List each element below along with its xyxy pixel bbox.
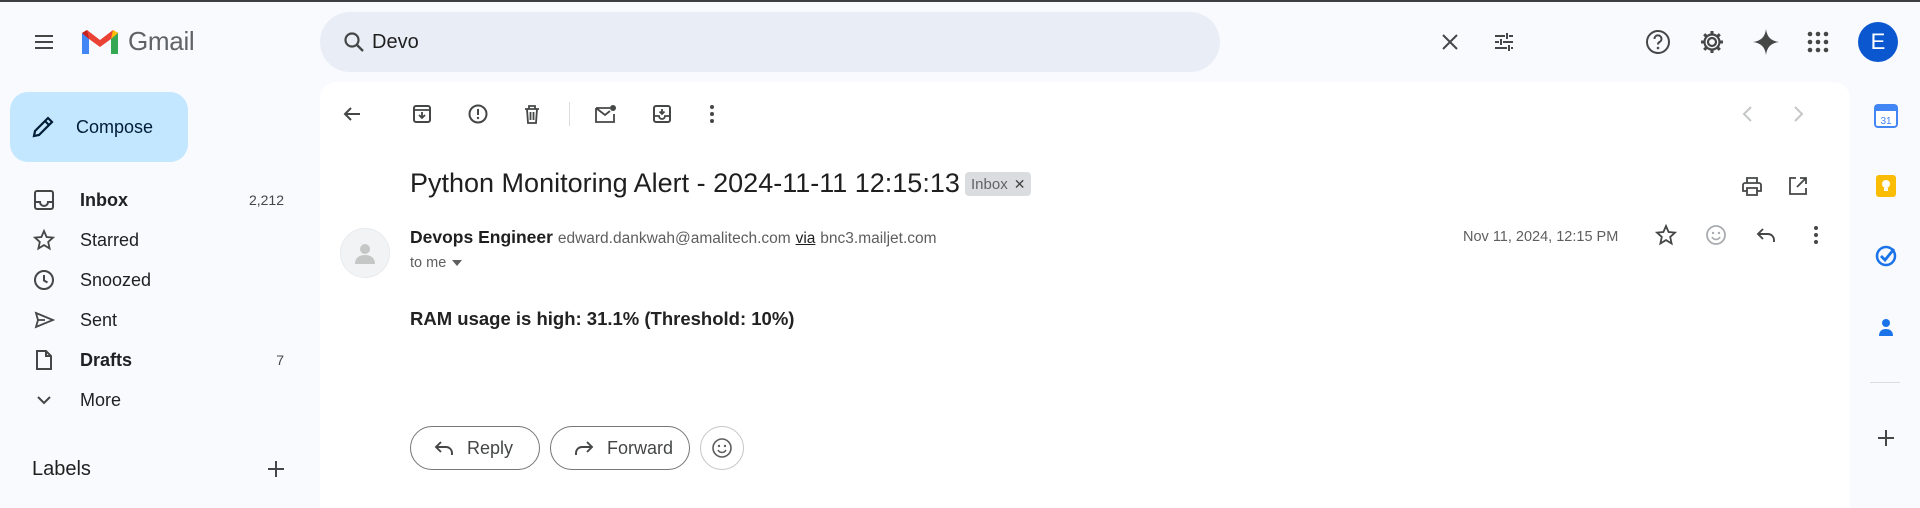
sidebar-item-more[interactable]: More: [0, 380, 300, 420]
gmail-wordmark: Gmail: [128, 26, 195, 56]
sidebar-item-snoozed[interactable]: Snoozed: [0, 260, 300, 300]
print-icon[interactable]: [1732, 166, 1772, 206]
toolbar-divider: [569, 102, 570, 126]
add-reaction-emoji-icon[interactable]: [1696, 215, 1736, 255]
move-to-icon[interactable]: [642, 94, 682, 134]
star-email-icon[interactable]: [1646, 215, 1686, 255]
delete-trash-icon[interactable]: [512, 94, 552, 134]
back-arrow-icon[interactable]: [332, 94, 372, 134]
sidebar-nav: Inbox 2,212 Starred Snoozed Sent Drafts …: [0, 180, 300, 420]
message-more-vert-icon[interactable]: [1796, 215, 1836, 255]
open-in-new-window-icon[interactable]: [1778, 166, 1818, 206]
recipient-details[interactable]: to me: [410, 255, 463, 271]
sidebar-item-label: Sent: [80, 309, 118, 330]
account-avatar[interactable]: E: [1858, 22, 1898, 62]
email-view-panel: Python Monitoring Alert - 2024-11-11 12:…: [320, 82, 1850, 508]
forward-icon: [575, 441, 594, 455]
main-menu-button[interactable]: [24, 22, 64, 62]
emoji-reaction-button[interactable]: [700, 426, 744, 470]
newer-chevron-left-icon[interactable]: [1728, 94, 1768, 134]
sidebar-item-label: Inbox: [80, 189, 128, 210]
send-icon: [32, 308, 56, 332]
via-domain: bnc3.mailjet.com: [820, 230, 937, 247]
gmail-logo[interactable]: Gmail: [80, 26, 195, 57]
report-spam-icon[interactable]: [458, 94, 498, 134]
sender-name[interactable]: Devops Engineer: [410, 227, 553, 247]
search-icon[interactable]: [334, 22, 374, 62]
labels-heading: Labels: [32, 458, 91, 480]
sidebar-item-inbox[interactable]: Inbox 2,212: [0, 180, 300, 220]
search-input[interactable]: [372, 26, 1092, 58]
tasks-icon[interactable]: [1872, 242, 1900, 270]
caret-down-icon: [452, 260, 463, 266]
search-options-icon[interactable]: [1484, 22, 1524, 62]
compose-button[interactable]: Compose: [10, 92, 188, 162]
clock-icon: [32, 268, 56, 292]
keep-notes-icon[interactable]: [1872, 172, 1900, 200]
apps-grid-icon[interactable]: [1798, 22, 1838, 62]
calendar-icon[interactable]: 31: [1872, 102, 1900, 130]
reply-button-label: Reply: [467, 437, 514, 458]
chevron-down-icon: [32, 388, 56, 412]
sidebar-item-label: Snoozed: [80, 269, 152, 290]
via-link[interactable]: via: [796, 230, 816, 247]
contacts-icon[interactable]: [1872, 314, 1900, 342]
email-body: RAM usage is high: 31.1% (Threshold: 10%…: [410, 308, 795, 329]
sender-email: edward.dankwah@amalitech.com: [557, 230, 791, 247]
recipient-text: to me: [410, 255, 447, 271]
hamburger-icon: [35, 35, 53, 49]
inbox-label-badge: Inbox ✕: [965, 172, 1032, 196]
window-top-border: [0, 0, 1920, 2]
sidebar-item-label: Drafts: [80, 349, 133, 370]
smiley-icon: [712, 438, 732, 458]
gmail-m-icon: [82, 29, 118, 54]
archive-icon[interactable]: [402, 94, 442, 134]
clear-search-icon[interactable]: [1430, 22, 1470, 62]
gemini-sparkle-icon[interactable]: [1746, 22, 1786, 62]
label-badge-text: Inbox: [971, 175, 1008, 193]
star-icon: [32, 228, 56, 252]
draft-icon: [32, 348, 56, 372]
forward-button-label: Forward: [607, 437, 674, 458]
pencil-icon: [32, 116, 54, 138]
older-chevron-right-icon[interactable]: [1778, 94, 1818, 134]
reply-arrow-icon[interactable]: [1746, 215, 1786, 255]
compose-label: Compose: [76, 116, 154, 137]
sender-avatar[interactable]: [340, 228, 390, 278]
sidebar-item-count: 7: [276, 352, 284, 368]
more-vert-icon[interactable]: [692, 94, 732, 134]
help-icon[interactable]: [1638, 22, 1678, 62]
sidebar-item-sent[interactable]: Sent: [0, 300, 300, 340]
person-icon: [355, 244, 375, 264]
rail-divider: [1870, 382, 1900, 383]
mark-unread-icon[interactable]: [586, 94, 626, 134]
sidebar-item-starred[interactable]: Starred: [0, 220, 300, 260]
sidebar-item-count: 2,212: [248, 192, 284, 208]
search-bar[interactable]: [320, 12, 1513, 72]
remove-label-icon[interactable]: ✕: [1014, 176, 1026, 193]
sidebar-item-label: More: [80, 389, 122, 410]
settings-gear-icon[interactable]: [1692, 22, 1732, 62]
forward-button[interactable]: Forward: [550, 426, 690, 470]
reply-button[interactable]: Reply: [410, 426, 540, 470]
sender-line: Devops Engineer edward.dankwah@amalitech…: [410, 227, 937, 248]
get-addons-plus-icon[interactable]: [1872, 424, 1900, 452]
email-subject: Python Monitoring Alert - 2024-11-11 12:…: [410, 168, 960, 198]
sidebar-item-drafts[interactable]: Drafts 7: [0, 340, 300, 380]
inbox-icon: [32, 188, 56, 212]
sidebar-item-label: Starred: [80, 229, 140, 250]
reply-icon: [434, 441, 453, 455]
add-label-icon[interactable]: [264, 454, 288, 484]
svg-text:31: 31: [1880, 116, 1892, 127]
email-date: Nov 11, 2024, 12:15 PM: [1463, 229, 1619, 245]
